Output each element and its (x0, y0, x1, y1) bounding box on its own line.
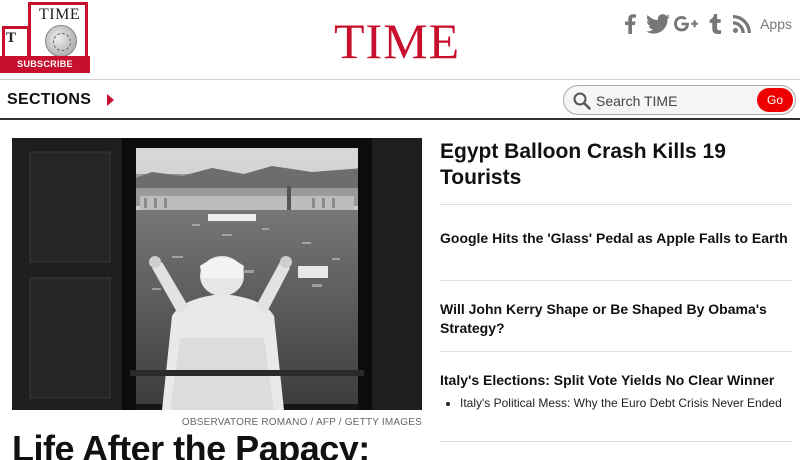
time-logo[interactable]: TIME (334, 16, 460, 66)
search-icon (573, 92, 591, 110)
tumblr-icon[interactable] (702, 12, 726, 36)
story-headline[interactable]: Will John Kerry Shape or Be Shaped By Ob… (440, 301, 767, 336)
cover-seal-icon (45, 25, 77, 57)
story-headline[interactable]: Italy's Elections: Split Vote Yields No … (440, 372, 774, 388)
story-headline[interactable]: Google Hits the 'Glass' Pedal as Apple F… (440, 230, 788, 246)
story-item: Google Hits the 'Glass' Pedal as Apple F… (440, 229, 792, 281)
social-links: Apps (614, 12, 792, 36)
sections-menu-button[interactable]: SECTIONS (7, 91, 91, 109)
apps-link[interactable]: Apps (760, 16, 792, 32)
story-headline[interactable]: Egypt Balloon Crash Kills 19 Tourists (440, 140, 726, 189)
twitter-icon[interactable] (646, 12, 671, 36)
story-item: Will John Kerry Shape or Be Shaped By Ob… (440, 300, 792, 352)
subscribe-button[interactable]: SUBSCRIBE (0, 56, 90, 73)
lead-headline[interactable]: Life After the Papacy: (12, 428, 432, 460)
subscribe-promo[interactable]: T TIME SUBSCRIBE (0, 0, 100, 75)
photo-credit: OBSERVATORE ROMANO / AFP / GETTY IMAGES (181, 417, 422, 428)
search-input[interactable] (596, 91, 746, 111)
lead-photo[interactable] (12, 138, 422, 410)
related-link[interactable]: Italy's Political Mess: Why the Euro Deb… (446, 396, 792, 411)
site-header: T TIME SUBSCRIBE TIME Apps (0, 0, 800, 80)
pope-window-photo (12, 138, 422, 410)
sections-arrow-icon[interactable] (107, 94, 114, 106)
top-story: Egypt Balloon Crash Kills 19 Tourists (440, 139, 792, 205)
search-go-button[interactable]: Go (757, 88, 793, 112)
cover-back-title: T (6, 30, 17, 46)
story-item: Italy's Elections: Split Vote Yields No … (440, 371, 792, 442)
rss-icon[interactable] (730, 12, 754, 36)
google-plus-icon[interactable] (674, 12, 699, 36)
facebook-icon[interactable] (618, 12, 642, 36)
magazine-cover-front: TIME (28, 2, 88, 60)
cover-title: TIME (39, 6, 81, 23)
